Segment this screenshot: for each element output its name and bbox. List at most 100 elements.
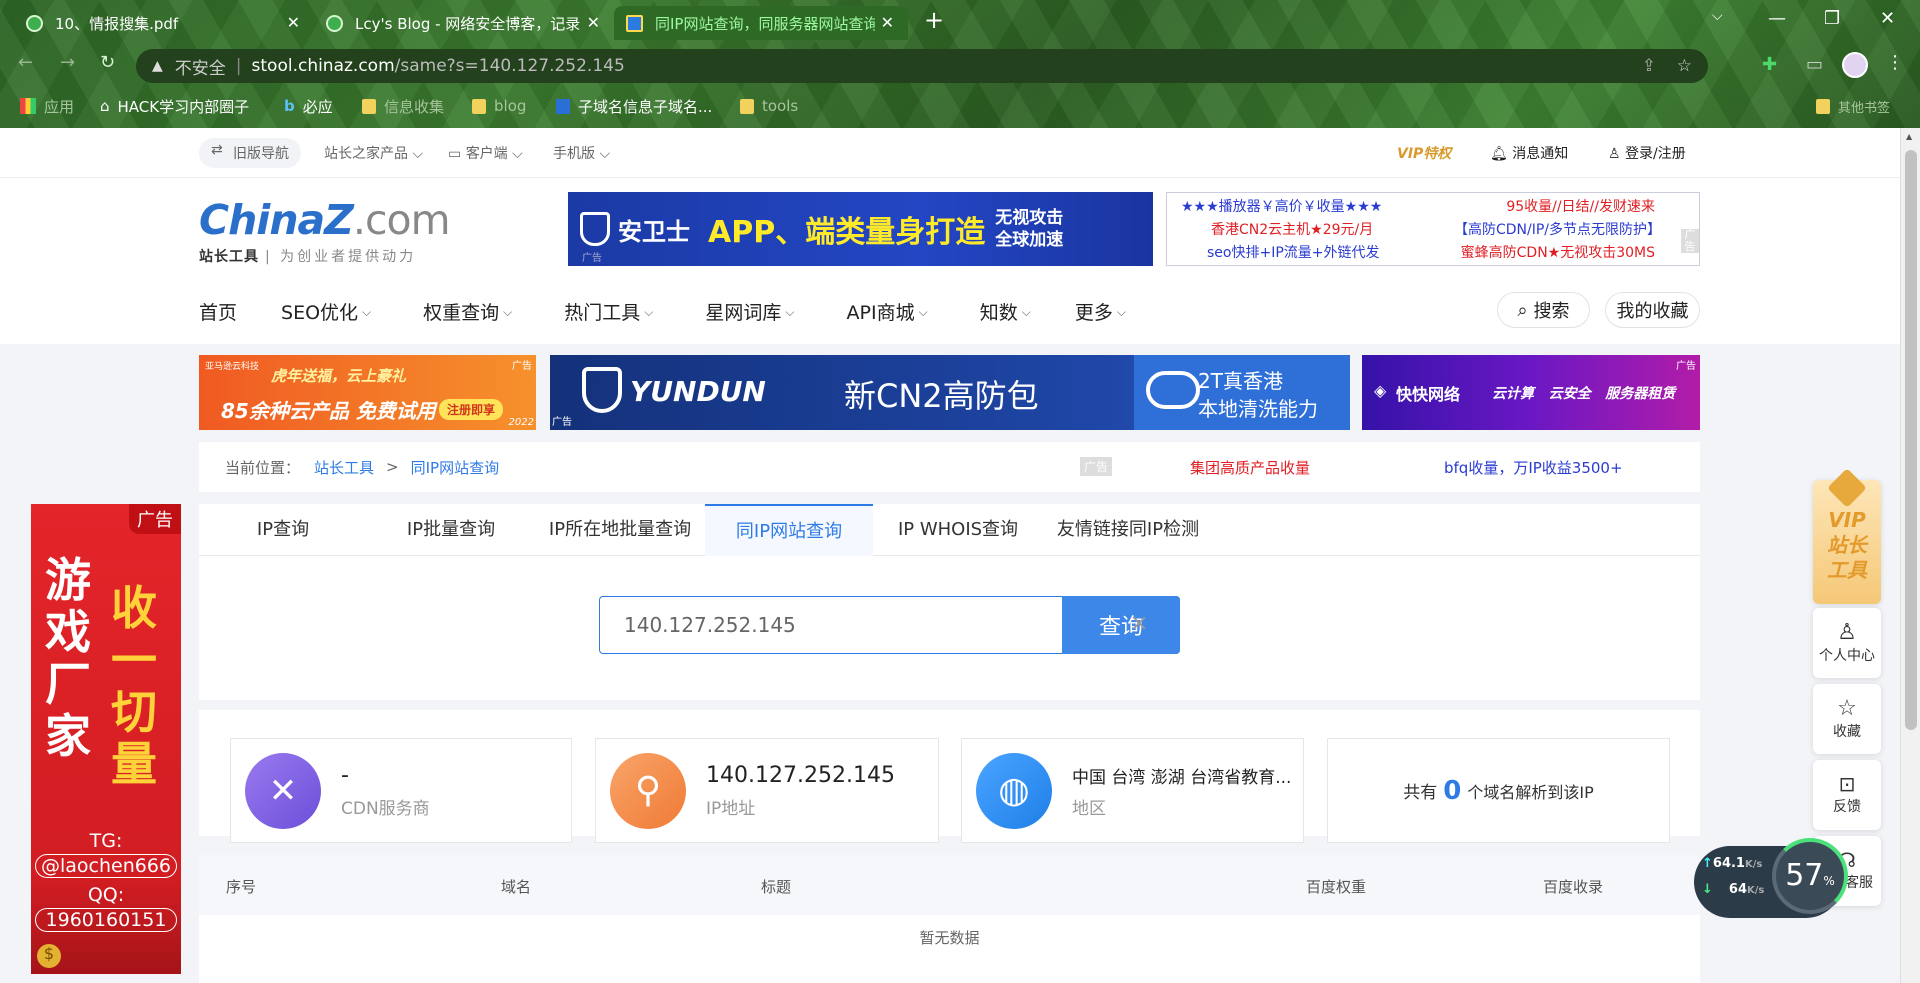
ad-tag: 广告 [1080, 457, 1113, 476]
bookmark-folder-blog[interactable]: blog [472, 93, 526, 119]
favorite-button[interactable]: ☆ 收藏 [1813, 684, 1881, 754]
globe-icon [326, 14, 343, 32]
nav-search-label: 搜索 [1533, 301, 1570, 322]
extension-puzzle-icon[interactable]: ✚ [1762, 54, 1777, 75]
ad-banner-kuaikuai[interactable]: ◈ 快快网络 云计算 云安全 服务器租赁 广告 [1362, 355, 1700, 430]
stat-cdn: ✕ - CDN服务商 [230, 738, 572, 843]
nav-zhishu[interactable]: 知数 [980, 298, 1031, 325]
monitor-icon: ▭ [448, 146, 462, 162]
percent-sign: % [1823, 874, 1835, 888]
query-button[interactable]: 查询 [1062, 596, 1180, 654]
empty-state: 暂无数据 [919, 929, 980, 947]
money-icon: $ [37, 944, 61, 968]
yundun-side2: 本地清洗能力 [1198, 397, 1318, 421]
scrollbar-thumb[interactable] [1905, 150, 1917, 730]
nav-hot-tools[interactable]: 热门工具 [564, 298, 653, 325]
tab-same-ip[interactable]: 同IP网站查询 [705, 504, 873, 556]
breadcrumb-home[interactable]: 站长工具 [314, 457, 374, 478]
tab-ip-whois[interactable]: IP WHOIS查询 [873, 504, 1043, 556]
close-tab-icon[interactable]: ✕ [587, 13, 600, 32]
bookmark-folder-info[interactable]: 信息收集 [362, 93, 444, 119]
close-tab-icon[interactable]: ✕ [881, 13, 894, 32]
bookmark-apps[interactable]: 应用 [20, 93, 74, 119]
new-tab-button[interactable]: + [924, 6, 944, 34]
folder-icon [362, 98, 376, 114]
client-menu[interactable]: ▭ 客户端 ⌵ [448, 143, 523, 163]
nav-favorites-button[interactable]: 我的收藏 [1605, 292, 1700, 328]
bookmark-other[interactable]: 其他书签 [1816, 93, 1890, 119]
bookmark-label: blog [494, 97, 527, 115]
chinaz-logo[interactable]: ChinaZ.com 站长工具 | 为创业者提供动力 [199, 196, 451, 266]
ad-link[interactable]: ★★★播放器￥高价￥收量★★★ [1181, 196, 1382, 219]
old-nav-button[interactable]: ⇄ 旧版导航 [199, 138, 301, 168]
ad-link[interactable]: seo快排+IP流量+外链代发 [1207, 242, 1380, 265]
breadcrumb-current[interactable]: 同IP网站查询 [411, 457, 499, 478]
vip-link[interactable]: VIP特权 [1397, 143, 1451, 163]
breadcrumb-ad-link2[interactable]: bfq收量，万IP收益3500+ [1444, 457, 1623, 478]
vertical-scrollbar[interactable]: ▲ [1900, 128, 1920, 983]
vip-tools-badge[interactable]: VIP 站长 工具 [1813, 468, 1881, 604]
bookmark-label: 应用 [44, 97, 75, 116]
nav-api[interactable]: API商城 [847, 298, 928, 325]
security-label[interactable]: 不安全 [175, 54, 226, 79]
logo-sub1: 站长工具 [199, 249, 259, 265]
products-menu[interactable]: 站长之家产品 ⌵ [324, 143, 423, 163]
user-center-button[interactable]: ♙ 个人中心 [1813, 608, 1881, 678]
side-ad-qq-label: QQ: [87, 884, 125, 906]
table-header: 序号 域名 标题 百度权重 百度收录 [199, 855, 1700, 915]
menu-icon[interactable]: ⋮ [1886, 52, 1904, 73]
tab-friendlink-same-ip[interactable]: 友情链接同IP检测 [1043, 504, 1213, 556]
scroll-up-icon[interactable]: ▲ [1906, 132, 1912, 141]
side-ad[interactable]: 广告 游戏厂家 收一切量 TG: @laochen666 QQ: 1960160… [31, 504, 181, 974]
close-window-button[interactable]: ✕ [1880, 8, 1895, 29]
location-pin-icon: ⚲ [610, 752, 686, 829]
restore-button[interactable]: ❐ [1824, 8, 1840, 29]
ad-banner-aws[interactable]: 亚马逊云科技 虎年送福，云上豪礼 85余种云产品 免费试用 注册即享 2022 … [199, 355, 536, 430]
extensions-icon[interactable]: ▭ [1806, 54, 1823, 75]
nav-more[interactable]: 更多 [1075, 298, 1126, 325]
ad-banner-anweishi[interactable]: 安卫士 APP、端类量身打造 无视攻击 全球加速 广告 [568, 192, 1153, 266]
mobile-menu[interactable]: 手机版 ⌵ [553, 143, 610, 163]
cdn-value: - [341, 762, 349, 788]
tab-ip-batch[interactable]: IP批量查询 [367, 504, 535, 556]
breadcrumb-ad-link1[interactable]: 集团高质产品收量 [1190, 457, 1310, 478]
clear-icon[interactable]: × [1130, 611, 1148, 636]
ad-link[interactable]: 95收量//日结//发财速来 [1506, 196, 1655, 219]
browser-tab-1[interactable]: 10、情报搜集.pdf ✕ [14, 6, 314, 40]
feedback-button[interactable]: ⊡ 反馈 [1813, 760, 1881, 830]
browser-tab-3[interactable]: 同IP网站查询，同服务器网站查询 ✕ [614, 6, 908, 40]
col-baidu-index: 百度收录 [1543, 878, 1604, 896]
tab-ip-location-batch[interactable]: IP所在地批量查询 [535, 504, 705, 556]
bookmark-folder-tools[interactable]: tools [740, 93, 798, 119]
close-tab-icon[interactable]: ✕ [287, 13, 300, 32]
nav-home[interactable]: 首页 [199, 298, 237, 325]
reload-icon[interactable]: ↻ [100, 52, 115, 73]
ad-link[interactable]: 蜜蜂高防CDN★无视攻击30MS [1461, 242, 1655, 265]
bookmark-hack[interactable]: ⌂ HACK学习内部圈子 [100, 93, 249, 119]
forward-icon[interactable]: → [60, 52, 75, 73]
minimize-button[interactable]: — [1768, 8, 1786, 29]
star-icon[interactable]: ☆ [1677, 56, 1692, 76]
bookmark-bing[interactable]: b 必应 [284, 93, 333, 119]
browser-tab-2[interactable]: Lcy's Blog - 网络安全博客，记录 ✕ [314, 6, 614, 40]
tab-ip-query[interactable]: IP查询 [199, 504, 367, 556]
ad-link[interactable]: 香港CN2云主机★29元/月 [1211, 219, 1373, 242]
login-link[interactable]: ♙ 登录/注册 [1608, 143, 1686, 163]
tab-search-icon[interactable]: ⌵ [1712, 8, 1723, 24]
bookmark-subdomain[interactable]: 子域名信息子域名... [556, 93, 712, 119]
address-bar[interactable]: ▲ 不安全 | stool.chinaz.com /same?s=140.127… [136, 49, 1708, 83]
ip-search-input[interactable] [600, 597, 1063, 653]
back-icon[interactable]: ← [18, 52, 33, 73]
nav-weight[interactable]: 权重查询 [423, 298, 512, 325]
nav-keywords[interactable]: 星网词库 [705, 298, 794, 325]
profile-avatar[interactable] [1842, 52, 1868, 78]
yundun-shield-icon [582, 367, 622, 413]
share-icon[interactable]: ⇪ [1642, 56, 1656, 76]
nav-seo[interactable]: SEO优化 [281, 298, 371, 325]
tool-card: IP查询 IP批量查询 IP所在地批量查询 同IP网站查询 IP WHOIS查询… [199, 504, 1700, 700]
ad-banner-yundun[interactable]: YUNDUN 新CN2高防包 2T真香港 本地清洗能力 广告 [550, 355, 1350, 430]
nav-search-button[interactable]: ⌕ 搜索 [1497, 292, 1590, 328]
notify-link[interactable]: 🔔︎ 消息通知 [1490, 143, 1568, 163]
side-ad-col2: 收一切量 [111, 581, 157, 791]
ad-link[interactable]: 【高防CDN/IP/多节点无限防护】 [1454, 219, 1661, 242]
